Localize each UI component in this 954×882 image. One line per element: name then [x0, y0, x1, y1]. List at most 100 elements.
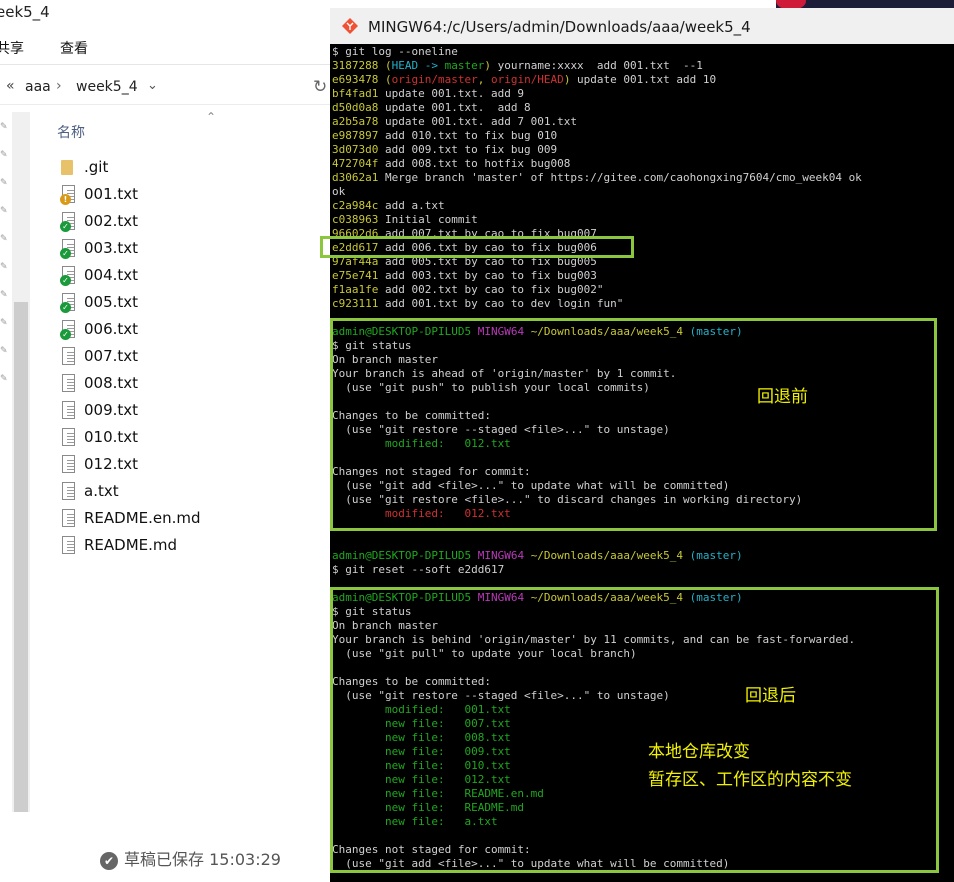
terminal-line: a2b5a78 update 001.txt. add 7 001.txt: [332, 115, 577, 129]
breadcrumb-aaa[interactable]: aaa: [25, 79, 51, 95]
refresh-icon[interactable]: ↻: [313, 77, 327, 97]
file-name: .git: [84, 158, 109, 176]
terminal-line: admin@DESKTOP-DPILUD5 MINGW64 ~/Download…: [332, 549, 743, 563]
terminal-line: $ git reset --soft e2dd617: [332, 563, 504, 577]
highlight-commit-e2dd617: [320, 236, 634, 258]
sync-ok-badge-icon: ✓: [60, 302, 71, 313]
annotation-staging-unchanged: 暂存区、工作区的内容不变: [648, 770, 852, 790]
file-item[interactable]: ✓ 002.txt: [60, 210, 320, 234]
file-name: README.en.md: [84, 509, 201, 527]
terminal-text-segment: bf4fad1: [332, 87, 385, 100]
terminal-line: c923111 add 001.txt by cao to dev login …: [332, 297, 623, 311]
menu-share[interactable]: 共享: [0, 38, 24, 58]
terminal-text-segment: add 002.txt by cao to fix bug002": [384, 283, 604, 296]
file-item[interactable]: a.txt: [60, 480, 320, 504]
file-item[interactable]: ✓ 003.txt: [60, 237, 320, 261]
sync-ok-badge-icon: ✓: [60, 248, 71, 259]
file-name: 006.txt: [84, 320, 139, 338]
file-item[interactable]: .git: [60, 156, 320, 180]
address-divider: [0, 104, 360, 105]
file-item[interactable]: 007.txt: [60, 345, 320, 369]
terminal-text-segment: admin@DESKTOP-DPILUD5: [332, 549, 478, 562]
pin-icon[interactable]: ✎: [0, 178, 8, 188]
terminal-line: ok: [332, 185, 345, 199]
terminal-text-segment: $ git reset --soft e2dd617: [332, 563, 505, 576]
save-status-text: 草稿已保存 15:03:29: [124, 850, 281, 869]
terminal-text-segment: c2a984c: [332, 199, 385, 212]
document-icon: [60, 401, 76, 420]
terminal-text-segment: (master): [689, 549, 743, 562]
document-icon: [60, 509, 76, 528]
pin-icon[interactable]: ✎: [0, 290, 8, 300]
menu-view[interactable]: 查看: [60, 38, 88, 58]
pin-icon[interactable]: ✎: [0, 374, 8, 384]
file-item[interactable]: 009.txt: [60, 399, 320, 423]
document-icon: [60, 536, 76, 555]
terminal-text-segment: origin/HEAD: [490, 73, 564, 86]
file-item[interactable]: README.md: [60, 534, 320, 558]
sync-ok-badge-icon: ✓: [60, 275, 71, 286]
address-overflow-icon[interactable]: «: [6, 78, 15, 94]
pin-icon[interactable]: ✎: [0, 122, 8, 132]
file-item[interactable]: ✓ 004.txt: [60, 264, 320, 288]
sync-ok-badge-icon: ✓: [60, 329, 71, 340]
terminal-titlebar[interactable]: MINGW64:/c/Users/admin/Downloads/aaa/wee…: [330, 8, 954, 44]
terminal-text-segment: yourname:xxxx add 001.txt --1: [490, 59, 703, 72]
file-name: a.txt: [84, 482, 119, 500]
sync-pending-badge-icon: !: [60, 194, 71, 205]
file-name: 003.txt: [84, 239, 139, 257]
terminal-text-segment: e987897: [332, 129, 385, 142]
document-icon: [60, 482, 76, 501]
pin-icon[interactable]: ✎: [0, 206, 8, 216]
terminal-line: $ git log --oneline: [332, 45, 458, 59]
file-item[interactable]: 010.txt: [60, 426, 320, 450]
pin-icon[interactable]: ✎: [0, 150, 8, 160]
document-icon: ✓: [60, 239, 76, 259]
address-dropdown-icon[interactable]: ⌄: [147, 78, 158, 93]
terminal-text-segment: (: [384, 73, 392, 86]
document-icon: ✓: [60, 266, 76, 286]
pin-icon[interactable]: ✎: [0, 346, 8, 356]
terminal-text-segment: c038963: [332, 213, 385, 226]
file-item[interactable]: ✓ 006.txt: [60, 318, 320, 342]
file-item[interactable]: README.en.md: [60, 507, 320, 531]
file-name: 002.txt: [84, 212, 139, 230]
annotation-local-repo-changed: 本地仓库改变: [648, 742, 750, 762]
file-item[interactable]: ! 001.txt: [60, 183, 320, 207]
file-item[interactable]: 012.txt: [60, 453, 320, 477]
terminal-text-segment: d3062a1: [332, 171, 385, 184]
terminal-text-segment: (: [384, 59, 392, 72]
breadcrumb-week5_4[interactable]: week5_4: [76, 79, 138, 95]
terminal-text-segment: update 001.txt add 10: [570, 73, 717, 86]
annotation-after: 回退后: [745, 686, 796, 706]
file-name: 001.txt: [84, 185, 139, 203]
pin-icon[interactable]: ✎: [0, 262, 8, 272]
explorer-title: eek5_4: [0, 3, 50, 21]
save-status: ✔ 草稿已保存 15:03:29: [100, 846, 281, 870]
terminal-text-segment: ): [484, 59, 491, 72]
terminal-line: bf4fad1 update 001.txt. add 9: [332, 87, 524, 101]
terminal-text-segment: add 003.txt by cao to fix bug003: [384, 269, 597, 282]
terminal-text-segment: $ git log --oneline: [332, 45, 458, 58]
terminal-text-segment: f1aa1fe: [332, 283, 385, 296]
terminal-line: 3d073d0 add 009.txt to fix bug 009: [332, 143, 557, 157]
pin-icon[interactable]: ✎: [0, 318, 8, 328]
file-item[interactable]: ✓ 005.txt: [60, 291, 320, 315]
file-name: 007.txt: [84, 347, 139, 365]
pin-icon[interactable]: ✎: [0, 234, 8, 244]
terminal-line: 3187288 (HEAD -> master) yourname:xxxx a…: [332, 59, 703, 73]
terminal-line: 472704f add 008.txt to hotfix bug008: [332, 157, 570, 171]
nav-scrollbar[interactable]: [12, 112, 30, 812]
address-bar[interactable]: « aaa › week5_4 ⌄ ↻: [0, 72, 360, 104]
column-header-name[interactable]: 名称: [57, 122, 85, 142]
terminal-line: c2a984c add a.txt: [332, 199, 445, 213]
file-name: 008.txt: [84, 374, 139, 392]
scrollbar-thumb[interactable]: [14, 302, 28, 812]
terminal-text-segment: ~/Downloads/aaa/week5_4: [530, 549, 690, 562]
terminal-text-segment: 3d073d0: [332, 143, 385, 156]
terminal-text-segment: d50d0a8: [332, 101, 385, 114]
file-item[interactable]: 008.txt: [60, 372, 320, 396]
terminal-text-segment: Initial commit: [384, 213, 478, 226]
navigation-pane: ✎ ✎ ✎ ✎ ✎ ✎ ✎ ✎ ✎ ✎: [0, 112, 12, 812]
terminal-text-segment: add 008.txt to hotfix bug008: [384, 157, 571, 170]
